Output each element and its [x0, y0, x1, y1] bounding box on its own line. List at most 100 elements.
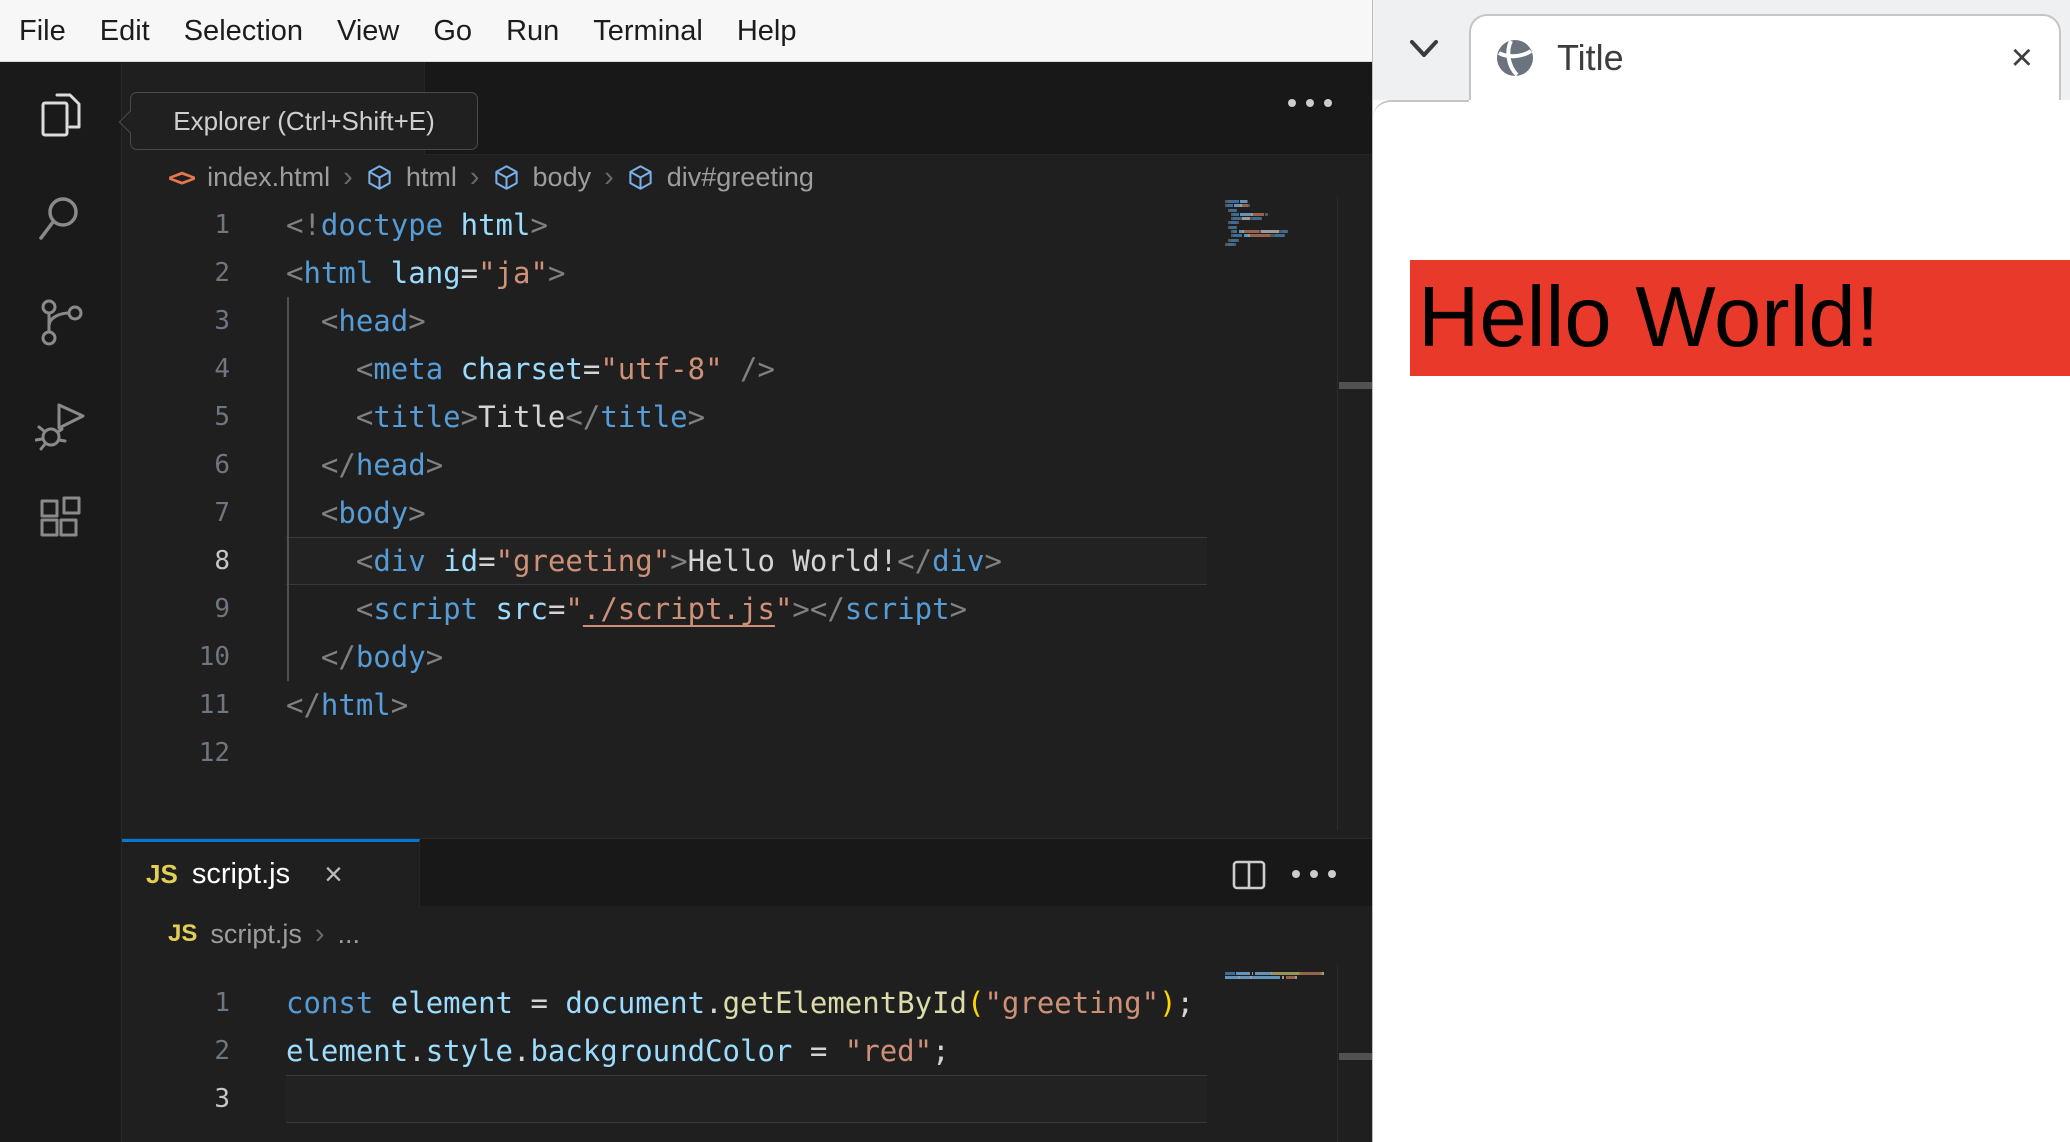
current-line-highlight [286, 1075, 1207, 1123]
menu-run[interactable]: Run [489, 0, 576, 62]
panel-more-actions-icon[interactable] [1292, 870, 1336, 878]
line-number: 1 [214, 988, 230, 1018]
panel-tab-bar: JS script.js × [122, 838, 1372, 907]
menu-selection[interactable]: Selection [167, 0, 320, 62]
line-number: 7 [214, 498, 230, 528]
code-text: <html lang="ja"> [286, 256, 566, 290]
line-number: 4 [214, 354, 230, 384]
breadcrumb-symbol-html[interactable]: html [406, 162, 457, 193]
greeting-text: Hello World! [1418, 270, 1880, 365]
code-line[interactable]: 3 <head> [0, 297, 1337, 345]
breadcrumb-symbol-body[interactable]: body [533, 162, 592, 193]
code-line[interactable]: 10 </body> [0, 633, 1337, 681]
indent-guide [287, 297, 289, 681]
code-text: <!doctype html> [286, 208, 548, 242]
html-editor[interactable]: 1 <!doctype html> 2 <html lang="ja"> 3 <head… [0, 201, 1337, 777]
overview-ruler[interactable] [1337, 197, 1373, 830]
explorer-icon[interactable] [35, 89, 87, 141]
symbol-cube-icon [494, 164, 518, 190]
code-line[interactable]: 12 [0, 729, 1337, 777]
browser-tab[interactable]: Title × [1469, 14, 2061, 100]
code-line[interactable]: 1 const element = document.getElementById… [0, 979, 1337, 1027]
minimap-row [1225, 217, 1288, 221]
vscode-window: File Edit Selection View Go Run Terminal… [0, 0, 1373, 1142]
js-file-icon: JS [146, 859, 178, 889]
toolbar-corner [1373, 100, 1469, 122]
panel-minimap[interactable] [1225, 972, 1324, 985]
minimap-row [1225, 976, 1324, 980]
symbol-cube-icon [368, 164, 391, 190]
line-number: 8 [214, 546, 230, 576]
line-number: 1 [214, 210, 230, 240]
minimap-row [1225, 972, 1324, 975]
chevron-right-icon: › [343, 160, 353, 193]
code-line[interactable]: 9 <script src="./script.js"></script> [0, 585, 1337, 633]
minimap-row [1225, 242, 1288, 246]
code-text: </head> [320, 448, 444, 482]
panel-overview-ruler[interactable] [1337, 965, 1373, 1142]
tab-script-js[interactable]: JS script.js × [122, 839, 420, 907]
cursor-marker [1339, 1053, 1373, 1060]
minimap-row [1225, 230, 1289, 234]
breadcrumb-symbol-div[interactable]: div#greeting [667, 162, 814, 193]
minimap-row [1225, 238, 1288, 242]
code-text: <head> [320, 304, 426, 338]
js-editor[interactable]: 1 const element = document.getElementById… [0, 979, 1337, 1123]
chevron-right-icon: › [604, 160, 614, 193]
minimap[interactable] [1225, 200, 1289, 252]
browser-window: Title × ← → i /home/u Hello World! [1372, 0, 2070, 1142]
minimap-row [1225, 225, 1288, 229]
panel-breadcrumb-more[interactable]: ... [338, 919, 361, 950]
menu-bar: File Edit Selection View Go Run Terminal… [0, 0, 1372, 62]
code-line[interactable]: 6 </head> [0, 441, 1337, 489]
menu-help[interactable]: Help [720, 0, 814, 62]
line-number: 10 [198, 642, 230, 672]
line-number: 6 [214, 450, 230, 480]
line-number: 12 [198, 738, 230, 768]
html-file-icon: <> [168, 162, 196, 192]
code-line[interactable]: 2 element.style.backgroundColor = "red"; [0, 1027, 1337, 1075]
symbol-cube-icon [629, 164, 652, 190]
code-text: <div id="greeting">Hello World!</div> [355, 544, 1002, 578]
browser-tab-title: Title [1557, 37, 1624, 78]
screen: File Edit Selection View Go Run Terminal… [0, 0, 2070, 1142]
menu-file[interactable]: File [2, 0, 83, 62]
code-line[interactable]: 1 <!doctype html> [0, 201, 1337, 249]
code-line[interactable]: 8 <div id="greeting">Hello World!</div> [0, 537, 1337, 585]
minimap-row [1225, 204, 1288, 208]
minimap-row [1225, 200, 1288, 203]
code-line[interactable]: 2 <html lang="ja"> [0, 249, 1337, 297]
menu-terminal[interactable]: Terminal [576, 0, 720, 62]
line-number: 2 [214, 1036, 230, 1066]
code-text: </html> [286, 688, 409, 722]
breadcrumb-file[interactable]: index.html [207, 162, 330, 193]
code-line[interactable]: 4 <meta charset="utf-8" /> [0, 345, 1337, 393]
line-number: 3 [214, 306, 230, 336]
panel-breadcrumb: JS script.js › ... [168, 912, 360, 956]
editor-more-actions-icon[interactable] [1288, 99, 1332, 107]
menu-view[interactable]: View [320, 0, 416, 62]
menu-go[interactable]: Go [416, 0, 489, 62]
minimap-row [1225, 221, 1288, 225]
minimap-row [1225, 212, 1288, 216]
close-tab-icon[interactable]: × [324, 856, 343, 893]
minimap-row [1225, 234, 1288, 238]
tooltip-text: Explorer (Ctrl+Shift+E) [173, 105, 435, 136]
greeting-div: Hello World! [1410, 260, 2070, 376]
code-text: <title>Title</title> [355, 400, 706, 434]
split-editor-icon[interactable] [1230, 856, 1268, 894]
close-tab-icon[interactable]: × [2011, 39, 2033, 77]
code-line[interactable]: 5 <title>Title</title> [0, 393, 1337, 441]
code-line[interactable]: 7 <body> [0, 489, 1337, 537]
minimap-row [1225, 208, 1288, 212]
code-text: <body> [320, 496, 426, 530]
code-line[interactable]: 11 </html> [0, 681, 1337, 729]
code-text: element.style.backgroundColor = "red"; [286, 1034, 950, 1068]
panel-breadcrumb-file[interactable]: script.js [210, 919, 302, 950]
menu-edit[interactable]: Edit [83, 0, 167, 62]
line-number: 5 [214, 402, 230, 432]
code-line[interactable]: 3 [0, 1075, 1337, 1123]
minimap-row [1225, 247, 1288, 250]
tab-search-chevron-icon[interactable] [1407, 36, 1441, 62]
line-number: 3 [214, 1084, 230, 1114]
